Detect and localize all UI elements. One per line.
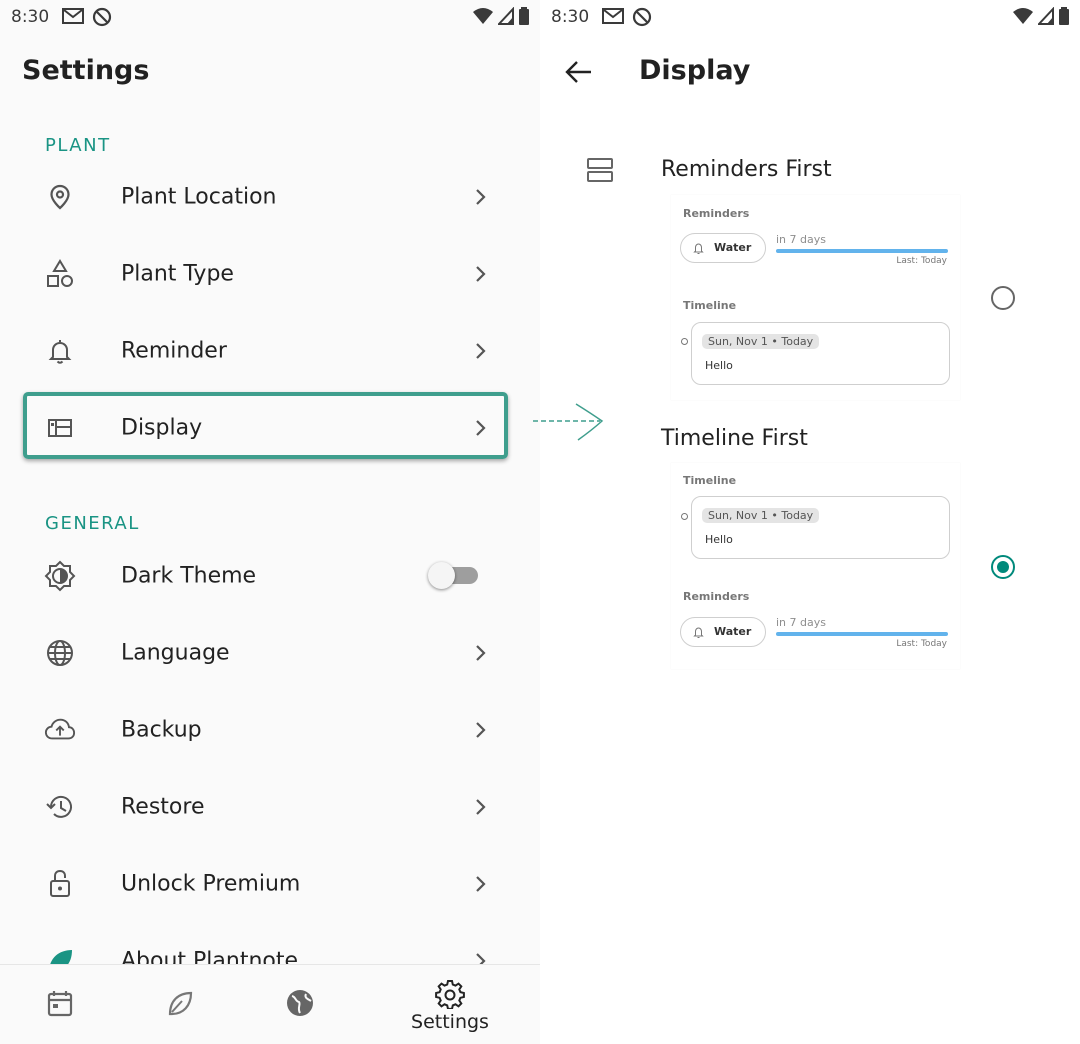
settings-item-label: Dark Theme bbox=[121, 563, 257, 588]
battery-icon bbox=[1059, 7, 1069, 25]
toggle-knob[interactable] bbox=[428, 562, 455, 589]
timeline-date-chip: Sun, Nov 1 • Today bbox=[702, 508, 820, 523]
section-header-general: GENERAL bbox=[45, 513, 140, 534]
reminder-progress-bar bbox=[776, 249, 948, 253]
radio-selected-dot bbox=[997, 561, 1009, 573]
history-icon bbox=[44, 791, 76, 823]
bell-icon bbox=[693, 627, 704, 638]
timeline-dot bbox=[681, 513, 688, 520]
nav-settings-label: Settings bbox=[411, 1011, 489, 1033]
page-title: Settings bbox=[22, 55, 150, 86]
settings-item-language[interactable]: Language bbox=[0, 614, 540, 691]
preview-reminders-label: Reminders bbox=[683, 207, 750, 220]
nav-settings[interactable]: Settings bbox=[411, 979, 489, 1044]
bell-icon bbox=[44, 335, 76, 367]
radio-reminders-first[interactable] bbox=[991, 286, 1015, 310]
location-pin-icon bbox=[44, 181, 76, 213]
status-time: 8:30 bbox=[551, 7, 590, 27]
option-title-timeline-first: Timeline First bbox=[661, 426, 808, 451]
settings-item-unlock-premium[interactable]: Unlock Premium bbox=[0, 845, 540, 922]
settings-item-label: Backup bbox=[121, 717, 202, 742]
reminder-chip: Water bbox=[680, 233, 766, 263]
timeline-note-text: Hello bbox=[705, 359, 733, 372]
reminder-due-text: in 7 days bbox=[776, 616, 826, 629]
preview-reminders-first[interactable]: Reminders Water in 7 days Last: Today Ti… bbox=[671, 195, 960, 400]
globe-icon bbox=[44, 637, 76, 669]
calendar-icon bbox=[47, 991, 73, 1017]
reminder-chip: Water bbox=[680, 617, 766, 647]
reminder-chip-label: Water bbox=[714, 625, 752, 638]
reminder-last-text: Last: Today bbox=[896, 256, 947, 266]
status-bar: 8:30 bbox=[0, 0, 540, 36]
gmail-icon bbox=[602, 8, 624, 24]
chevron-right-icon bbox=[476, 342, 486, 359]
chevron-right-icon bbox=[476, 798, 486, 815]
preview-reminders-label: Reminders bbox=[683, 590, 750, 603]
reminder-last-text: Last: Today bbox=[896, 639, 947, 649]
settings-item-label: Plant Location bbox=[121, 184, 277, 209]
back-arrow-icon[interactable] bbox=[565, 59, 593, 85]
settings-item-reminder[interactable]: Reminder bbox=[0, 312, 540, 389]
bell-icon bbox=[693, 243, 704, 254]
globe-filled-icon bbox=[287, 990, 313, 1016]
reminder-chip-label: Water bbox=[714, 241, 752, 254]
chevron-right-icon bbox=[476, 188, 486, 205]
nav-plants[interactable] bbox=[164, 987, 196, 1019]
timeline-note-text: Hello bbox=[705, 533, 733, 546]
data-saver-icon bbox=[632, 7, 652, 27]
battery-icon bbox=[519, 7, 529, 25]
timeline-card: Sun, Nov 1 • Today Hello bbox=[691, 496, 950, 559]
reminder-due-text: in 7 days bbox=[776, 233, 826, 246]
lock-icon bbox=[44, 868, 76, 900]
bottom-navigation: Settings bbox=[0, 964, 540, 1044]
settings-item-label: Restore bbox=[121, 794, 205, 819]
nav-calendar[interactable] bbox=[44, 987, 76, 1019]
settings-item-label: Reminder bbox=[121, 338, 227, 363]
signal-icon bbox=[1038, 7, 1054, 25]
status-bar: 8:30 bbox=[540, 0, 1080, 36]
signal-icon bbox=[498, 7, 514, 25]
timeline-date-chip: Sun, Nov 1 • Today bbox=[702, 334, 820, 349]
settings-item-plant-type[interactable]: Plant Type bbox=[0, 235, 540, 312]
view-agenda-icon bbox=[587, 158, 613, 182]
reminder-progress-bar bbox=[776, 632, 948, 636]
radio-timeline-first[interactable] bbox=[991, 555, 1015, 579]
chevron-right-icon bbox=[476, 721, 486, 738]
shapes-icon bbox=[44, 258, 76, 290]
preview-timeline-label: Timeline bbox=[683, 474, 737, 487]
brightness-icon bbox=[44, 560, 76, 592]
page-title: Display bbox=[639, 55, 751, 86]
settings-screen: 8:30 Settings PLANT Plant Location Plant… bbox=[0, 0, 540, 1044]
settings-item-label: Plant Type bbox=[121, 261, 234, 286]
settings-item-backup[interactable]: Backup bbox=[0, 691, 540, 768]
data-saver-icon bbox=[92, 7, 112, 27]
option-title-reminders-first: Reminders First bbox=[661, 157, 832, 182]
chevron-right-icon bbox=[476, 644, 486, 661]
nav-explore[interactable] bbox=[284, 987, 316, 1019]
settings-item-restore[interactable]: Restore bbox=[0, 768, 540, 845]
leaf-outline-icon bbox=[168, 991, 193, 1016]
status-time: 8:30 bbox=[11, 7, 50, 27]
gmail-icon bbox=[62, 8, 84, 24]
wifi-icon bbox=[1013, 8, 1033, 24]
preview-timeline-label: Timeline bbox=[683, 299, 737, 312]
cloud-upload-icon bbox=[44, 714, 76, 746]
preview-timeline-first[interactable]: Timeline Sun, Nov 1 • Today Hello Remind… bbox=[671, 463, 960, 669]
gear-icon bbox=[435, 980, 465, 1009]
settings-item-plant-location[interactable]: Plant Location bbox=[0, 158, 540, 235]
timeline-dot bbox=[681, 338, 688, 345]
settings-item-label: Unlock Premium bbox=[121, 871, 301, 896]
wifi-icon bbox=[473, 8, 493, 24]
timeline-card: Sun, Nov 1 • Today Hello bbox=[691, 322, 950, 385]
section-header-plant: PLANT bbox=[45, 135, 111, 156]
highlight-annotation-box bbox=[23, 392, 508, 459]
settings-item-label: Language bbox=[121, 640, 230, 665]
chevron-right-icon bbox=[476, 265, 486, 282]
chevron-right-icon bbox=[476, 875, 486, 892]
